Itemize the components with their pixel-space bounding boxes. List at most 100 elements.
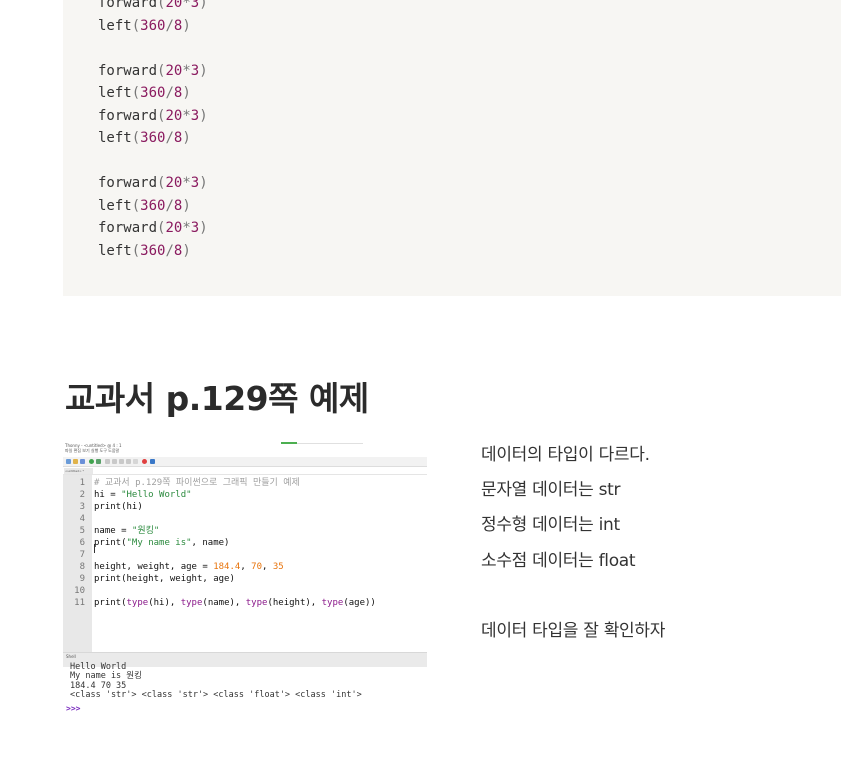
code-token: * [182, 220, 191, 236]
code-line: left(360/8) [98, 15, 208, 38]
code-token: ( [131, 242, 141, 259]
code-text: print(hi) [94, 502, 143, 512]
shell-output-line: <class 'str'> <class 'str'> <class 'floa… [70, 690, 362, 700]
code-line: # 교과서 p.129쪽 파이썬으로 그래픽 만들기 예제 [94, 477, 300, 489]
stop-icon [142, 459, 147, 464]
code-lines: forward(20*3) left(360/8) forward(20*3) lef… [98, 0, 208, 262]
shell-label: Shell [66, 654, 76, 659]
step-into-icon [112, 459, 117, 464]
line-number: 3 [79, 502, 85, 512]
thonny-accent-line [297, 443, 363, 444]
code-text: (hi), [148, 598, 181, 608]
code-line: left(360/8) [98, 240, 208, 263]
thonny-toolbar [63, 457, 427, 467]
thonny-screenshot: Thonny - <untitled> @ 4 : 1 파일 편집 보기 실행 … [63, 442, 427, 714]
code-token: ( [131, 17, 141, 34]
code-number: 35 [272, 562, 284, 572]
code-token: left [98, 85, 132, 101]
code-line: name = "원킹" [94, 525, 159, 537]
run-icon [89, 459, 94, 464]
code-line: print(hi) [94, 501, 143, 513]
code-text: name = [94, 526, 132, 536]
code-string: "Hello World" [121, 490, 192, 500]
code-text: , [240, 562, 252, 572]
code-token: ) [199, 220, 208, 236]
code-token: forward [98, 62, 158, 79]
line-number: 11 [74, 598, 85, 608]
code-line: forward(20*3) [98, 0, 208, 15]
code-string: "원킹" [131, 526, 160, 536]
code-text: , name) [191, 538, 230, 548]
code-token: * [182, 62, 191, 79]
code-text: height, weight, age = [94, 562, 214, 572]
code-number: 360 [140, 130, 166, 146]
save-icon [80, 459, 85, 464]
code-line: height, weight, age = 184.4, 70, 35 [94, 561, 284, 573]
code-token: forward [98, 175, 158, 191]
code-line: forward(20*3) [98, 60, 208, 83]
note-line: 데이터 타입을 잘 확인하자 [481, 620, 666, 641]
new-file-icon [66, 459, 71, 464]
note-line: 소수점 데이터는 float [481, 550, 636, 571]
code-number: 20 [165, 0, 183, 11]
code-number: 3 [190, 0, 200, 11]
notes: 데이터의 타입이 다르다. 문자열 데이터는 str 정수형 데이터는 int … [481, 438, 665, 649]
note-line [481, 579, 665, 614]
code-token: / [165, 130, 174, 146]
code-token: left [98, 242, 132, 259]
code-token: left [98, 197, 132, 214]
shell-output-line: My name is 원킹 [70, 671, 142, 681]
code-token: / [165, 85, 174, 101]
code-token: / [165, 197, 174, 214]
code-token: ) [182, 85, 191, 101]
code-number: 3 [190, 62, 200, 79]
code-token: left [98, 17, 132, 34]
step-over-icon [105, 459, 110, 464]
code-builtin: type [180, 598, 203, 608]
code-token: ) [199, 0, 208, 11]
code-number: 3 [190, 220, 200, 236]
code-text: (age)) [343, 598, 376, 608]
text-cursor [94, 544, 95, 553]
code-token: ) [199, 62, 208, 79]
note-line: 정수형 데이터는 int [481, 515, 620, 536]
line-number: 1 [79, 478, 85, 488]
thonny-menu-bar: 파일 편집 보기 실행 도구 도움말 [65, 448, 120, 453]
code-line: forward(20*3) [98, 217, 208, 240]
code-text: hi = [94, 490, 122, 500]
line-number: 7 [79, 550, 85, 560]
code-number: 20 [165, 175, 183, 191]
code-comment: # 교과서 p.129쪽 파이썬으로 그래픽 만들기 예제 [94, 478, 300, 488]
code-line: print("My name is", name) [94, 537, 229, 549]
code-line: hi = "Hello World" [94, 489, 192, 501]
code-token: ) [199, 175, 208, 191]
code-token: * [182, 175, 191, 191]
code-line: left(360/8) [98, 195, 208, 218]
code-token: forward [98, 220, 158, 236]
code-token: ) [182, 197, 191, 214]
code-token: ( [131, 197, 141, 214]
pause-icon [133, 459, 138, 464]
line-number: 4 [79, 514, 85, 524]
code-text: , [262, 562, 273, 572]
code-text: print( [94, 598, 127, 608]
thonny-shell: Hello World My name is 원킹 184.4 70 35 <c… [63, 662, 427, 714]
code-line: print(type(hi), type(name), type(height)… [94, 597, 376, 609]
step-out-icon [119, 459, 124, 464]
thonny-accent-bar [281, 442, 297, 444]
code-token: forward [98, 107, 158, 124]
code-text: (name), [202, 598, 246, 608]
code-number: 360 [140, 242, 166, 259]
line-number: 10 [74, 586, 85, 596]
code-line: left(360/8) [98, 127, 208, 150]
code-token: * [182, 0, 191, 11]
code-string: "My name is" [126, 538, 192, 548]
code-token: ) [182, 130, 191, 146]
code-builtin: type [321, 598, 344, 608]
debug-icon [96, 459, 101, 464]
code-text: print(height, weight, age) [94, 574, 235, 584]
code-line: forward(20*3) [98, 172, 208, 195]
code-token: ) [182, 17, 191, 34]
